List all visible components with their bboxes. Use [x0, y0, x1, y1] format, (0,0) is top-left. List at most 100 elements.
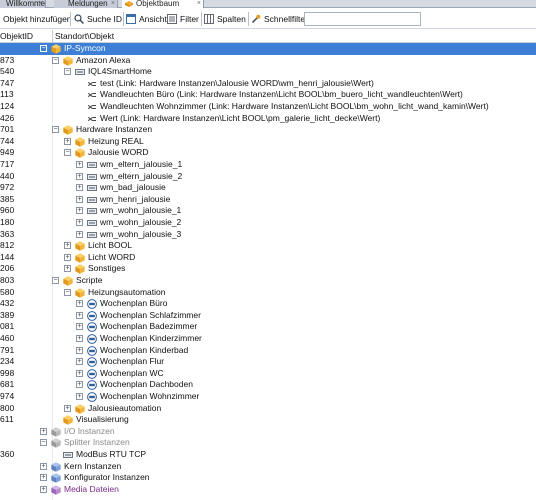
tab-willkommen[interactable]: Willkommen ×	[0, 0, 46, 8]
tree-row[interactable]: 440 + wm_eltern_jalousie_2	[0, 171, 536, 183]
column-header-location[interactable]: Standort\Objekt	[55, 30, 114, 43]
collapse-toggle[interactable]: −	[52, 277, 59, 284]
close-icon[interactable]: ×	[39, 0, 43, 7]
expand-toggle[interactable]: +	[76, 311, 83, 319]
quickfilter-input[interactable]	[304, 12, 421, 26]
expand-toggle[interactable]: +	[76, 369, 83, 377]
tree-row[interactable]: 144 + Licht WORD	[0, 252, 536, 264]
tree-row[interactable]: 972 + wm_bad_jalousie	[0, 182, 536, 194]
search-id-button[interactable]: Suche ID	[74, 11, 122, 27]
expand-toggle[interactable]: +	[64, 137, 71, 145]
tree-row[interactable]: + Kern Instanzen	[0, 461, 536, 473]
expand-toggle[interactable]: +	[76, 161, 83, 168]
cube-icon	[75, 287, 85, 298]
expand-toggle[interactable]: +	[76, 300, 83, 308]
object-label: wm_bad_jalousie	[100, 182, 166, 193]
tree-row[interactable]: 701 − Hardware Instanzen	[0, 124, 536, 136]
tab-objektbaum[interactable]: Objektbaum ×	[122, 0, 204, 8]
expand-toggle[interactable]: +	[76, 346, 83, 354]
tree-row[interactable]: 363 + wm_wohn_jalousie_3	[0, 229, 536, 241]
expand-toggle[interactable]: +	[64, 253, 71, 261]
object-label: wm_wohn_jalousie_2	[100, 217, 182, 227]
cube-grey-icon	[51, 438, 61, 449]
tree-row[interactable]: + Konfigurator Instanzen	[0, 472, 536, 484]
tree-row[interactable]: 234 + Wochenplan Flur	[0, 356, 536, 368]
tree-row[interactable]: 389 + Wochenplan Schlafzimmer	[0, 310, 536, 322]
tree-row[interactable]: 681 + Wochenplan Dachboden	[0, 379, 536, 391]
object-label: Heizungsautomation	[88, 286, 166, 297]
filter-button[interactable]: Filter	[167, 11, 199, 27]
tree-row[interactable]: 081 + Wochenplan Badezimmer	[0, 321, 536, 333]
expand-toggle[interactable]: +	[40, 462, 47, 470]
collapse-toggle[interactable]: −	[40, 45, 47, 52]
collapse-toggle[interactable]: −	[64, 149, 71, 157]
tab-meldungen[interactable]: Meldungen ×	[54, 0, 118, 8]
module-icon	[75, 67, 85, 77]
collapse-toggle[interactable]: −	[52, 126, 59, 134]
tree-row[interactable]: − IP-Symcon	[0, 43, 536, 55]
tree-row[interactable]: + Media Dateien	[0, 484, 536, 496]
tree-row[interactable]: 432 + Wochenplan Büro	[0, 298, 536, 310]
expand-toggle[interactable]: +	[76, 172, 83, 180]
collapse-toggle[interactable]: −	[64, 288, 71, 296]
expand-toggle[interactable]: +	[76, 219, 83, 226]
expand-toggle[interactable]: +	[76, 381, 83, 389]
expand-toggle[interactable]: +	[76, 230, 83, 238]
object-label: Media Dateien	[64, 483, 119, 494]
expand-toggle[interactable]: +	[64, 265, 71, 273]
object-label: Jalousie WORD	[88, 147, 149, 158]
expand-toggle[interactable]: +	[76, 358, 83, 366]
columns-button[interactable]: Spalten	[204, 11, 246, 27]
add-object-button[interactable]: Objekt hinzufügen	[1, 11, 72, 27]
tree-row[interactable]: 974 + Wochenplan Wohnzimmer	[0, 391, 536, 403]
link-icon	[87, 114, 97, 124]
expand-toggle[interactable]: +	[40, 474, 47, 482]
tree-row[interactable]: − Splitter Instanzen	[0, 437, 536, 449]
object-label: Wochenplan Büro	[100, 298, 168, 309]
expand-toggle[interactable]: +	[76, 195, 83, 203]
column-divider[interactable]	[52, 30, 53, 43]
tree-row[interactable]: 124 Wandleuchten Wohnzimmer (Link: Hardwa…	[0, 101, 536, 113]
tree-row[interactable]: 873 − Amazon Alexa	[0, 55, 536, 67]
weekplan-icon	[87, 345, 97, 356]
tree-row[interactable]: 180 + wm_wohn_jalousie_2	[0, 217, 536, 229]
tree-row[interactable]: 949 − Jalousie WORD	[0, 147, 536, 159]
tree-row[interactable]: 360 ModBus RTU TCP	[0, 449, 536, 461]
tree-row[interactable]: 744 + Heizung REAL	[0, 136, 536, 148]
tree-row[interactable]: 580 − Heizungsautomation	[0, 287, 536, 299]
tree-row[interactable]: 611 Visualisierung	[0, 414, 536, 426]
expand-toggle[interactable]: +	[40, 485, 47, 493]
tree-row[interactable]: 540 − IQL4SmartHome	[0, 66, 536, 78]
tree-row[interactable]: 960 + wm_wohn_jalousie_1	[0, 205, 536, 217]
tree-row[interactable]: 800 + Jalousieautomation	[0, 403, 536, 415]
close-icon[interactable]: ×	[197, 0, 201, 7]
tree-row[interactable]: 426 Wert (Link: Hardware Instanzen\Licht …	[0, 113, 536, 125]
tree-row[interactable]: 791 + Wochenplan Kinderbad	[0, 345, 536, 357]
expand-toggle[interactable]: +	[76, 184, 83, 192]
link-icon	[87, 102, 97, 112]
tree-row[interactable]: 385 + wm_henri_jalousie	[0, 194, 536, 206]
tree-row[interactable]: 747 test (Link: Hardware Instanzen\Jalous…	[0, 78, 536, 90]
expand-toggle[interactable]: +	[76, 207, 83, 215]
tree-row[interactable]: 717 + wm_eltern_jalousie_1	[0, 159, 536, 171]
expand-toggle[interactable]: +	[76, 323, 83, 331]
tree-row[interactable]: 206 + Sonstiges	[0, 263, 536, 275]
tree-row[interactable]: 812 + Licht BOOL	[0, 240, 536, 252]
tree-row[interactable]: + I/O Instanzen	[0, 426, 536, 438]
expand-toggle[interactable]: +	[40, 427, 47, 435]
expand-toggle[interactable]: +	[64, 404, 71, 412]
object-label: Konfigurator Instanzen	[64, 472, 150, 483]
tree-row[interactable]: 803 − Scripte	[0, 275, 536, 287]
column-header-id[interactable]: ObjektID	[0, 30, 33, 43]
collapse-toggle[interactable]: −	[52, 56, 59, 64]
close-icon[interactable]: ×	[111, 0, 115, 7]
expand-toggle[interactable]: +	[76, 335, 83, 342]
tree-row[interactable]: 998 + Wochenplan WC	[0, 368, 536, 380]
view-button[interactable]: Ansicht	[126, 11, 167, 27]
collapse-toggle[interactable]: −	[40, 439, 47, 447]
tree-row[interactable]: 460 + Wochenplan Kinderzimmer	[0, 333, 536, 345]
expand-toggle[interactable]: +	[64, 242, 71, 250]
expand-toggle[interactable]: +	[76, 393, 83, 400]
tree-row[interactable]: 113 Wandleuchten Büro (Link: Hardware Ins…	[0, 89, 536, 101]
collapse-toggle[interactable]: −	[64, 68, 71, 76]
